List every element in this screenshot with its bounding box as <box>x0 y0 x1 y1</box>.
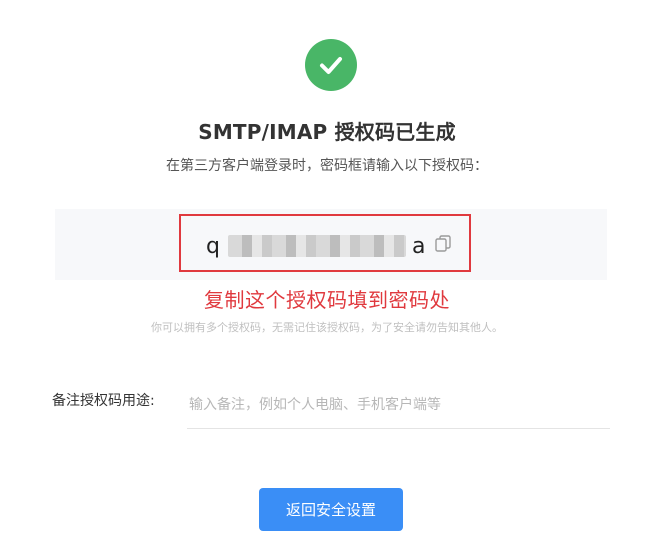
success-badge <box>305 39 357 91</box>
auth-code[interactable]: q a <box>206 229 425 263</box>
note-label: 备注授权码用途: <box>52 393 155 409</box>
back-to-security-settings-button[interactable]: 返回安全设置 <box>259 488 403 531</box>
note-input[interactable] <box>187 381 610 429</box>
copy-annotation: 复制这个授权码填到密码处 <box>204 288 450 312</box>
auth-code-mask <box>227 235 406 257</box>
security-hint: 你可以拥有多个授权码，无需记住该授权码，为了安全请勿告知其他人。 <box>151 321 503 334</box>
copy-icon[interactable] <box>435 235 451 253</box>
auth-code-last-char: a <box>411 233 426 259</box>
auth-code-first-char: q <box>206 233 220 259</box>
page-subtitle: 在第三方客户端登录时，密码框请输入以下授权码： <box>166 158 488 174</box>
check-icon <box>320 57 342 74</box>
page-title: SMTP/IMAP 授权码已生成 <box>198 120 456 144</box>
